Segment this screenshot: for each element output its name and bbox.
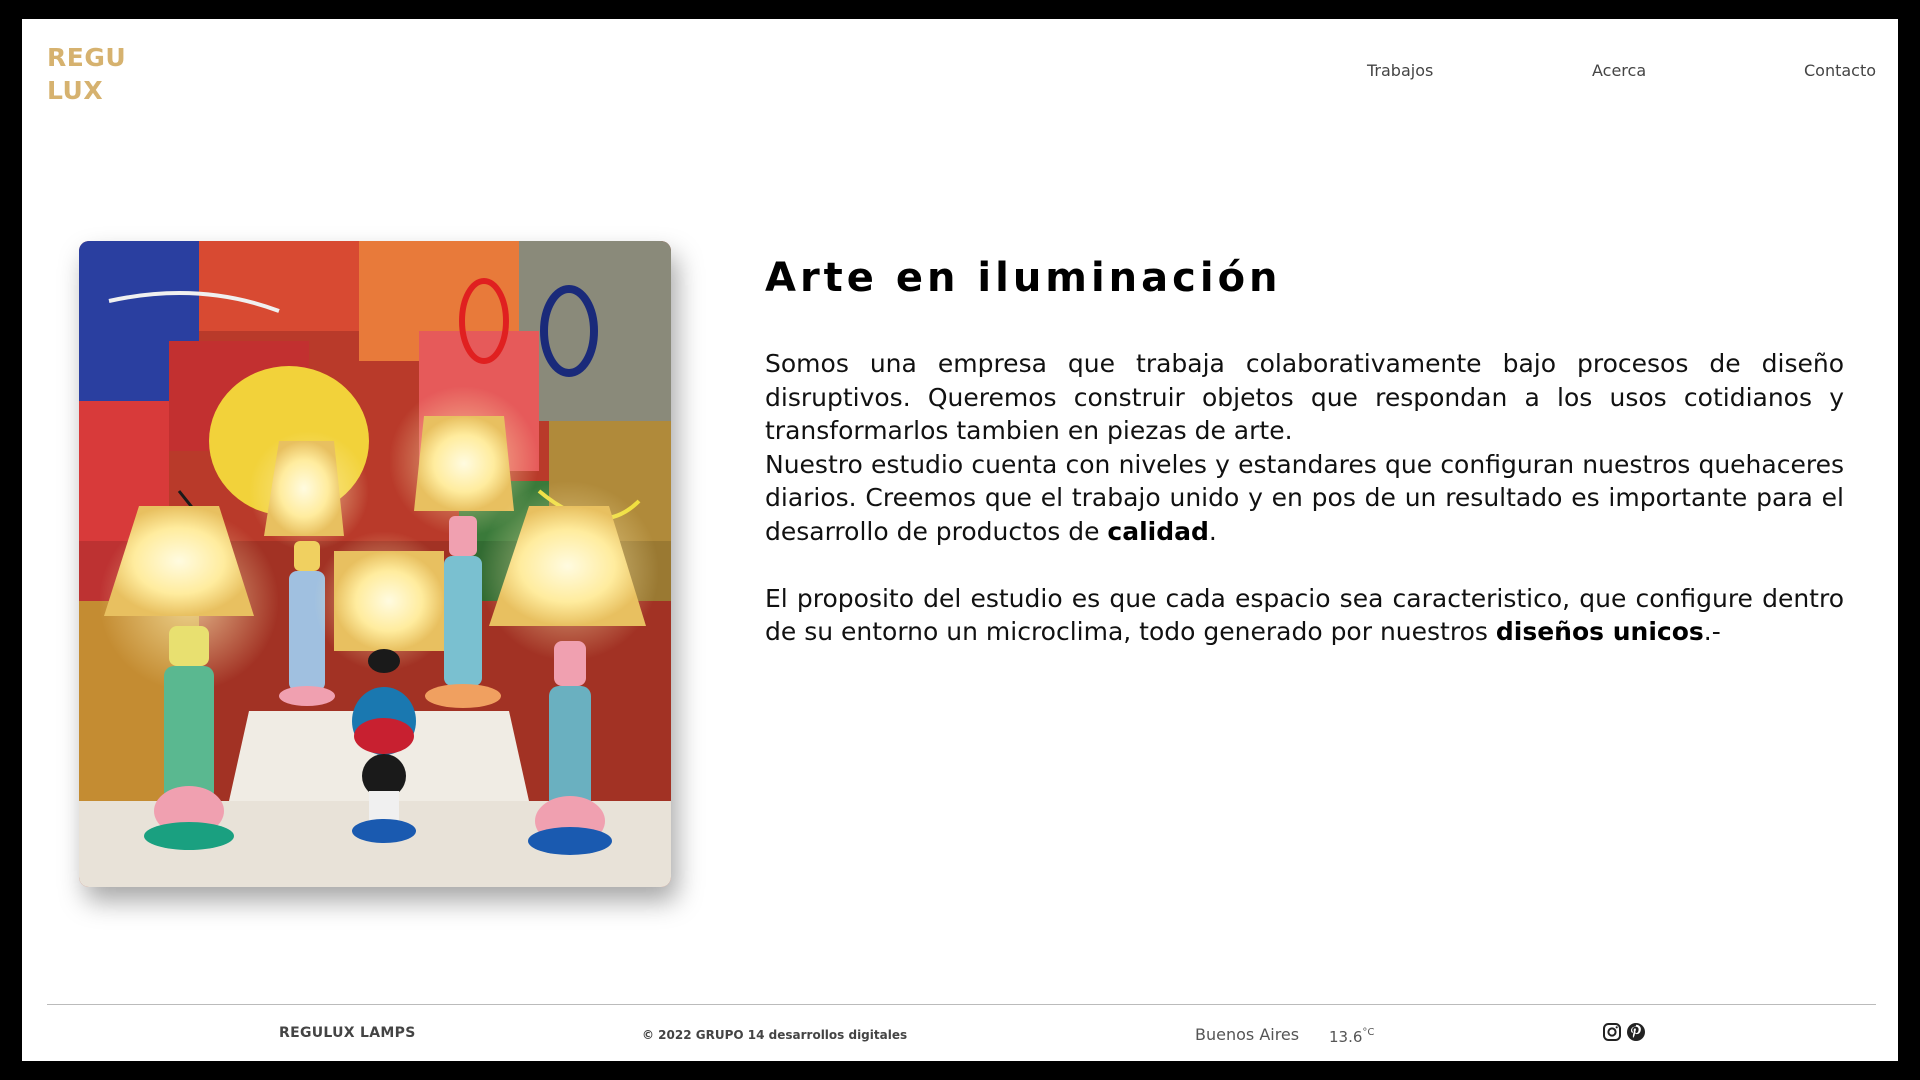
nav-link-trabajos[interactable]: Trabajos bbox=[1367, 61, 1433, 80]
logo-line-1: REGU bbox=[47, 43, 127, 72]
temperature-unit: °C bbox=[1362, 1027, 1375, 1038]
weather-temperature: 13.6°C bbox=[1329, 1027, 1374, 1046]
paragraph-3: El proposito del estudio es que cada esp… bbox=[765, 582, 1844, 649]
instagram-icon[interactable] bbox=[1602, 1022, 1622, 1042]
footer-divider bbox=[47, 1004, 1876, 1005]
social-links bbox=[1602, 1022, 1646, 1042]
paragraph-3-end: .- bbox=[1703, 617, 1721, 646]
nav-link-contacto[interactable]: Contacto bbox=[1804, 61, 1876, 80]
page: REGU LUX Trabajos Acerca Contacto Arte e… bbox=[22, 19, 1898, 1061]
pinterest-icon[interactable] bbox=[1626, 1022, 1646, 1042]
footer-brand: REGULUX LAMPS bbox=[279, 1025, 416, 1041]
weather-city: Buenos Aires bbox=[1195, 1025, 1300, 1044]
footer-copyright: © 2022 GRUPO 14 desarrollos digitales bbox=[642, 1028, 908, 1042]
nav-link-acerca[interactable]: Acerca bbox=[1592, 61, 1646, 80]
paragraph-2-emphasis: calidad bbox=[1107, 516, 1209, 546]
about-text: Somos una empresa que trabaja colaborati… bbox=[765, 347, 1844, 649]
logo-line-2: LUX bbox=[47, 76, 104, 105]
paragraph-2-text: Nuestro estudio cuenta con niveles y est… bbox=[765, 449, 1844, 546]
paragraph-3-emphasis: diseños unicos bbox=[1495, 617, 1704, 646]
logo[interactable]: REGU LUX bbox=[47, 41, 126, 107]
paragraph-2-end: . bbox=[1208, 516, 1217, 546]
lamps-photo bbox=[79, 241, 671, 887]
temperature-value: 13.6 bbox=[1329, 1028, 1363, 1046]
page-title: Arte en iluminación bbox=[765, 255, 1282, 301]
paragraph-2: Nuestro estudio cuenta con niveles y est… bbox=[765, 448, 1844, 549]
paragraph-1: Somos una empresa que trabaja colaborati… bbox=[765, 349, 1844, 445]
